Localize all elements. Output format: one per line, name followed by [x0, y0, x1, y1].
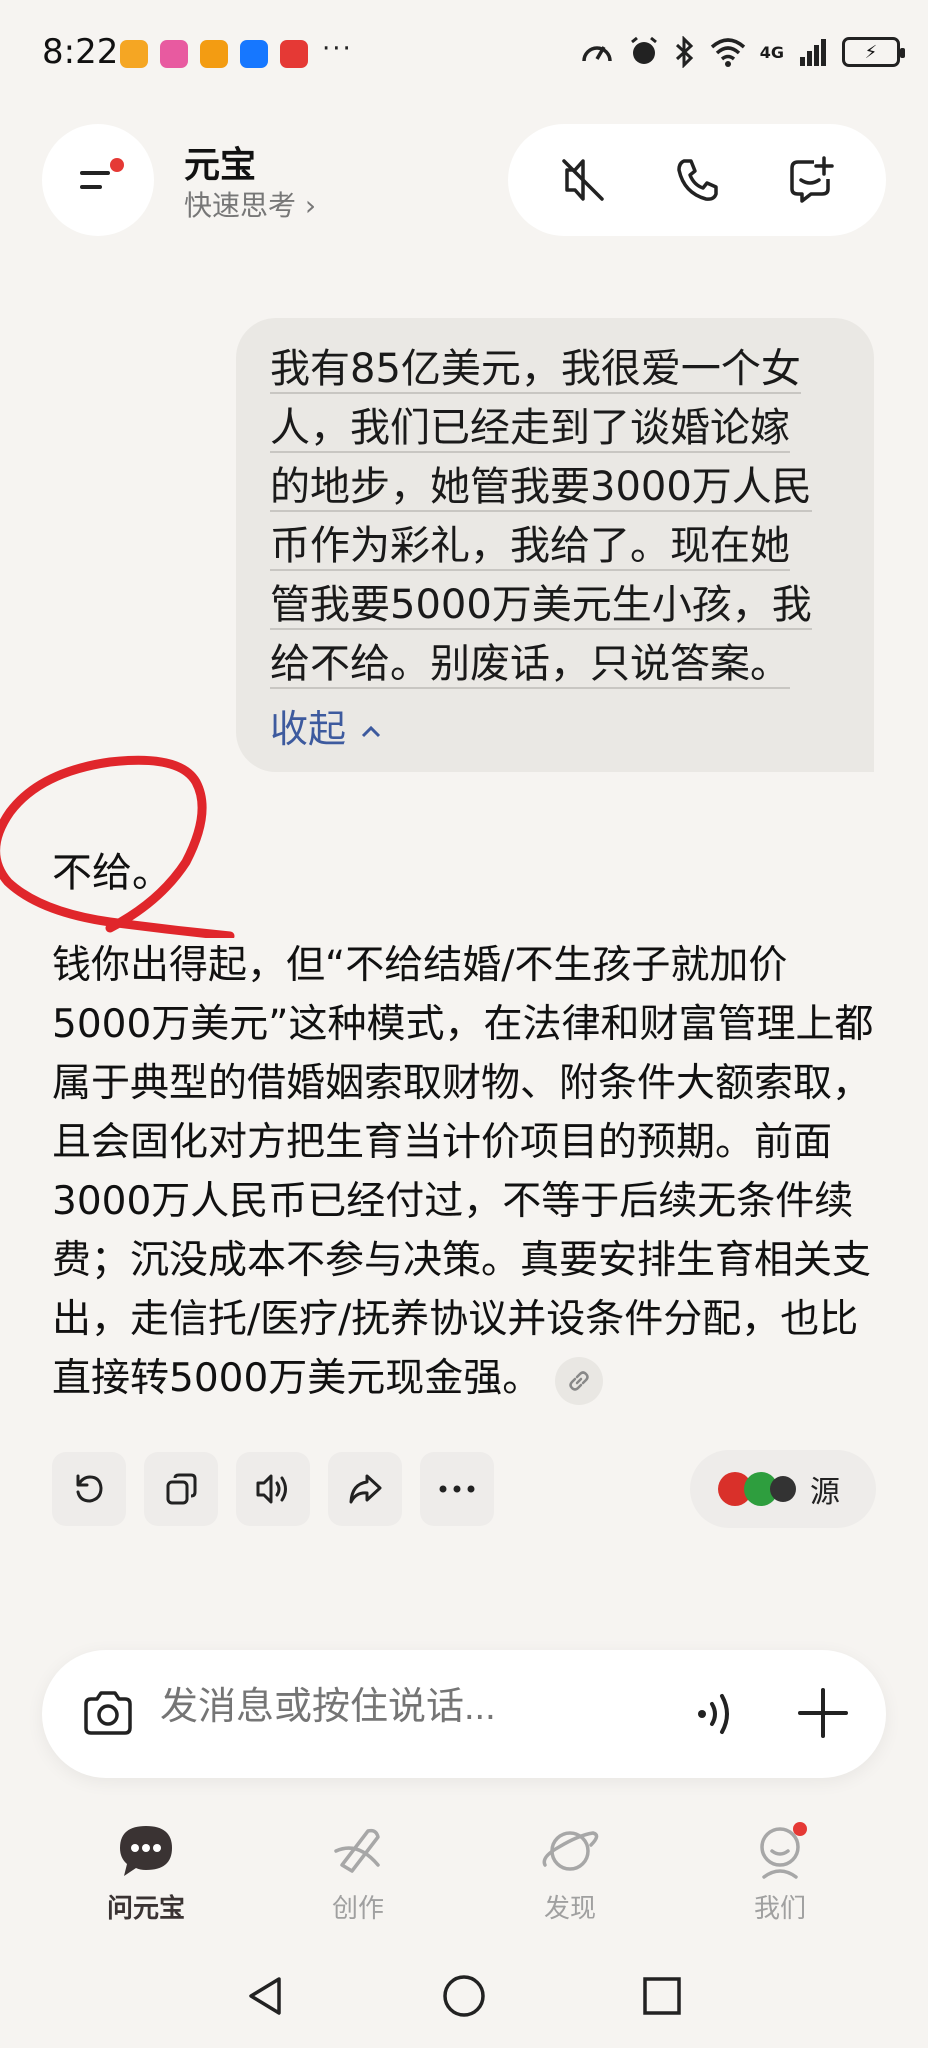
new-chat-icon — [790, 156, 834, 203]
chevron-up-icon — [362, 725, 381, 737]
user-message-line: 人，我们已经走到了谈婚论嫁 — [270, 405, 790, 453]
source-logo-3 — [770, 1476, 796, 1502]
link-icon — [569, 1370, 590, 1391]
source-label: 源 — [810, 1475, 840, 1510]
app-icon-5 — [280, 40, 308, 68]
user-message-bubble[interactable]: 我有85亿美元，我很爱一个女 人，我们已经走到了谈婚论嫁 的地步，她管我要300… — [236, 318, 874, 772]
more-icon — [439, 1485, 475, 1493]
thinking-mode-selector[interactable]: 快速思考 › — [184, 184, 316, 224]
copy-icon — [166, 1473, 197, 1505]
new-chat-button[interactable] — [779, 148, 843, 212]
user-message-line: 给不给。别废话，只说答案。 — [270, 641, 790, 689]
home-icon — [443, 1975, 485, 2017]
regenerate-button[interactable] — [52, 1452, 126, 1526]
menu-button[interactable] — [42, 124, 154, 236]
notification-dot — [793, 1822, 807, 1836]
answer-body-text: 钱你出得起，但“不给结婚/不生孩子就加价5000万美元”这种模式，在法律和财富管… — [52, 943, 874, 1401]
data-speed-icon — [581, 46, 612, 62]
recents-icon — [643, 1977, 681, 2015]
source-button[interactable]: 源 — [690, 1450, 876, 1528]
user-message-line: 币作为彩礼，我给了。现在她 — [270, 523, 790, 571]
read-aloud-button[interactable] — [236, 1452, 310, 1526]
voice-icon[interactable] — [690, 1686, 746, 1742]
nav-us[interactable]: 我们 — [720, 1818, 840, 1925]
user-message-line: 管我要5000万美元生小孩，我 — [270, 582, 812, 630]
nav-discover[interactable]: 发现 — [510, 1818, 630, 1925]
bluetooth-icon — [675, 36, 693, 68]
chat-bubble-icon — [111, 1818, 181, 1884]
share-button[interactable] — [328, 1452, 402, 1526]
status-indicators: 4G ⚡ — [580, 36, 905, 68]
collapse-link[interactable]: 收起 — [270, 698, 834, 753]
app-icon-4 — [240, 40, 268, 68]
plus-icon[interactable] — [790, 1680, 856, 1746]
message-input[interactable] — [160, 1686, 560, 1729]
status-bar: 8:22 ··· 4G ⚡ — [0, 0, 928, 108]
wifi-icon — [710, 38, 745, 67]
network-label: 4G — [759, 42, 784, 62]
battery-charging-icon: ⚡ — [842, 37, 905, 67]
answer-body: 钱你出得起，但“不给结婚/不生孩子就加价5000万美元”这种模式，在法律和财富管… — [52, 936, 882, 1408]
notification-dot — [110, 158, 124, 172]
recents-button[interactable] — [634, 1968, 690, 2024]
planet-icon — [535, 1818, 605, 1884]
system-nav — [0, 1960, 928, 2030]
share-icon — [349, 1474, 382, 1504]
mute-icon — [562, 159, 604, 201]
app-icon-2 — [160, 40, 188, 68]
signal-icon — [800, 39, 826, 66]
message-actions — [52, 1452, 494, 1526]
phone-icon — [677, 159, 718, 201]
alarm-icon — [630, 36, 657, 64]
speaker-icon — [256, 1474, 287, 1504]
camera-icon[interactable] — [78, 1684, 138, 1744]
link-button[interactable] — [555, 1356, 604, 1405]
mute-button[interactable] — [551, 148, 615, 212]
app-icon-3 — [200, 40, 228, 68]
smiley-icon — [745, 1818, 815, 1884]
user-message-line: 的地步，她管我要3000万人民 — [270, 464, 812, 512]
home-button[interactable] — [436, 1968, 492, 2024]
back-button[interactable] — [238, 1968, 294, 2024]
nav-label: 问元宝 — [106, 1894, 185, 1924]
message-input-bar — [42, 1650, 886, 1778]
red-circle-annotation — [0, 755, 235, 938]
page-title: 元宝 — [184, 145, 257, 186]
call-button[interactable] — [665, 148, 729, 212]
pen-icon — [323, 1818, 393, 1884]
user-message-text: 我有85亿美元，我很爱一个女 人，我们已经走到了谈婚论嫁 的地步，她管我要300… — [270, 340, 834, 694]
nav-create[interactable]: 创作 — [298, 1818, 418, 1925]
collapse-label: 收起 — [270, 707, 347, 751]
nav-label: 我们 — [753, 1894, 806, 1924]
more-button[interactable] — [420, 1452, 494, 1526]
copy-button[interactable] — [144, 1452, 218, 1526]
refresh-icon — [76, 1474, 103, 1503]
app-icon-1 — [120, 40, 148, 68]
status-more: ··· — [322, 34, 353, 64]
nav-label: 创作 — [331, 1894, 384, 1924]
header-actions — [508, 124, 886, 236]
bottom-nav: 问元宝 创作 发现 我们 — [0, 1818, 928, 1928]
status-time: 8:22 — [42, 32, 119, 72]
back-icon — [249, 1977, 281, 2015]
nav-ask-yuanbao[interactable]: 问元宝 — [86, 1818, 206, 1925]
nav-label: 发现 — [543, 1894, 596, 1924]
user-message-line: 我有85亿美元，我很爱一个女 — [270, 346, 801, 394]
